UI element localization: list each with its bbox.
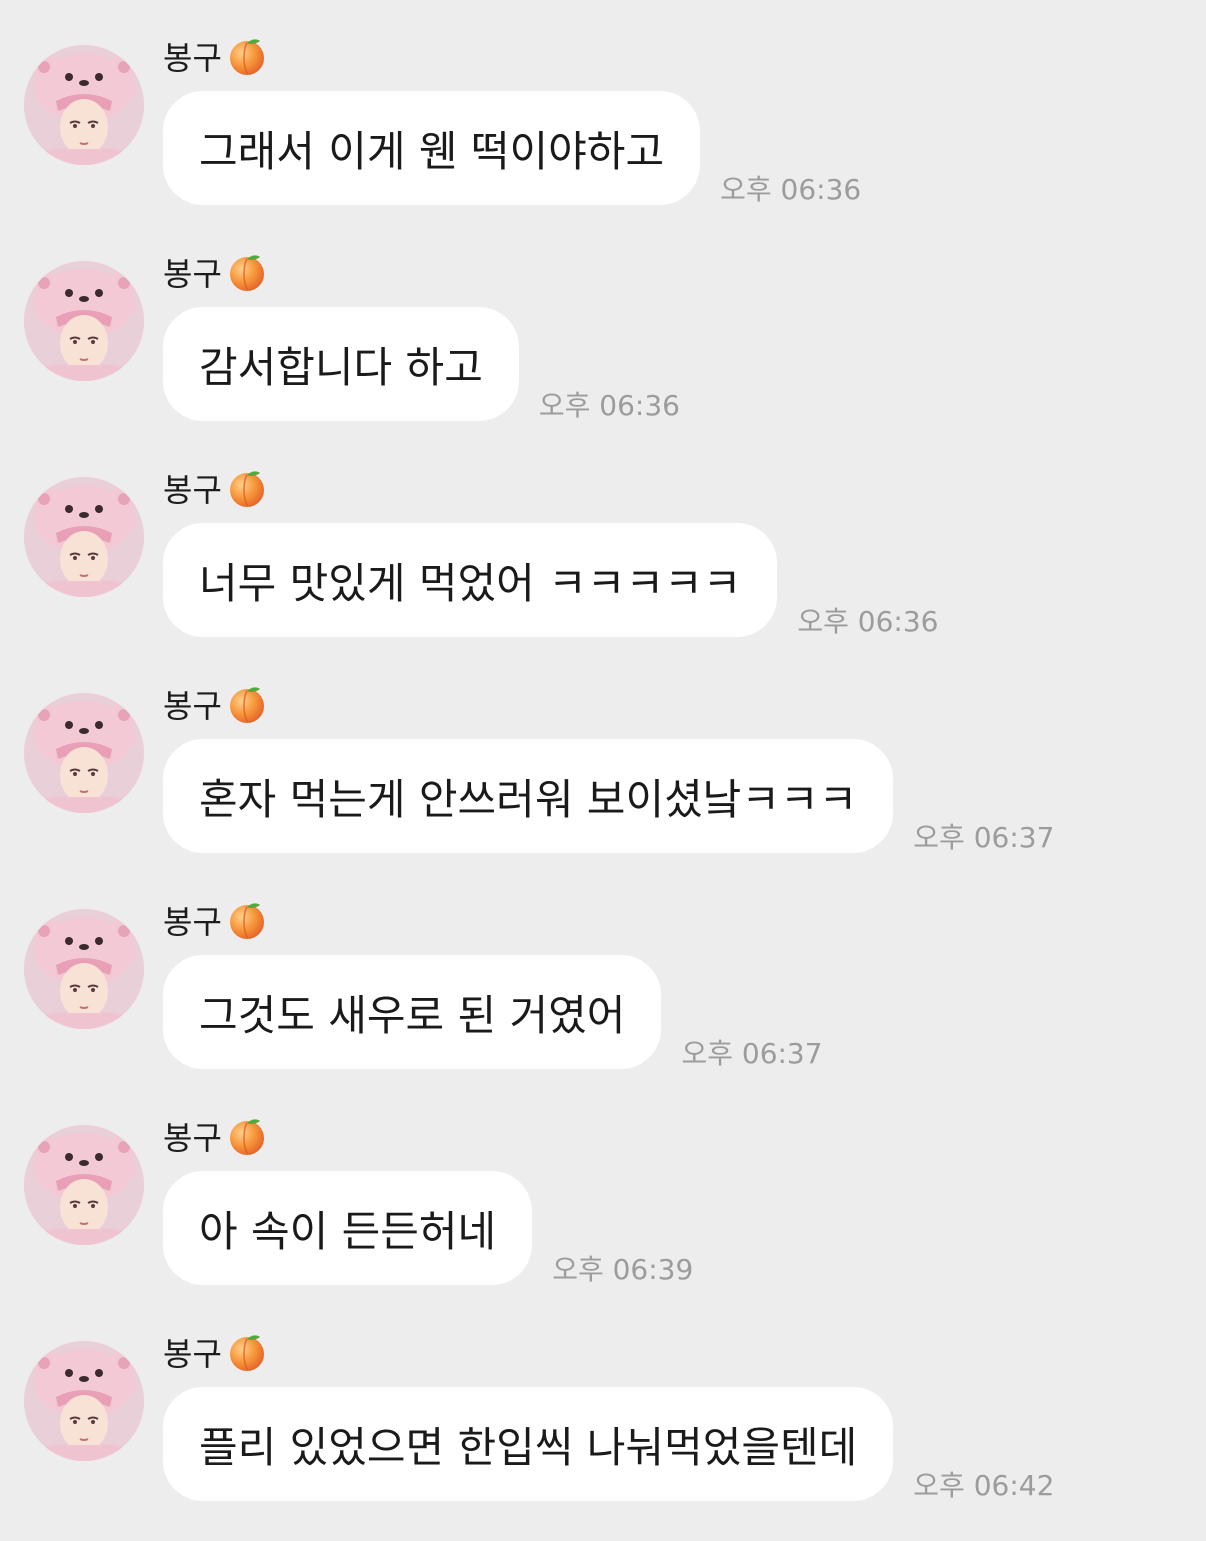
avatar[interactable] [24,45,144,165]
message-item: 봉구 너무 맛있게 먹었어 ㅋㅋㅋㅋㅋ 오후 06:36 [0,432,1206,648]
peach-icon [226,467,268,509]
sender-name-row: 봉구 [163,32,268,80]
message-item: 봉구 감서합니다 하고 오후 06:36 [0,216,1206,432]
peach-icon [226,683,268,725]
message-row: 플리 있었으면 한입씩 나눠먹었을텐데 오후 06:42 [163,1387,1055,1502]
sender-name-row: 봉구 [163,1328,268,1376]
message-item: 봉구 그것도 새우로 된 거였어 오후 06:37 [0,864,1206,1080]
message-timestamp: 오후 06:36 [720,173,862,206]
avatar[interactable] [24,909,144,1029]
sender-name: 봉구 [163,255,222,293]
sender-name: 봉구 [163,687,222,725]
avatar[interactable] [24,261,144,381]
sender-name-row: 봉구 [163,896,268,944]
sender-name-row: 봉구 [163,248,268,296]
message-bubble[interactable]: 혼자 먹는게 안쓰러워 보이셨낰ㅋㅋㅋ [163,739,894,853]
message-bubble[interactable]: 아 속이 든든허네 [163,1171,533,1285]
message-bubble[interactable]: 너무 맛있게 먹었어 ㅋㅋㅋㅋㅋ [163,523,778,637]
message-item: 봉구 혼자 먹는게 안쓰러워 보이셨낰ㅋㅋㅋ 오후 06:37 [0,648,1206,864]
message-row: 혼자 먹는게 안쓰러워 보이셨낰ㅋㅋㅋ 오후 06:37 [163,739,1055,854]
sender-name: 봉구 [163,1119,222,1157]
avatar[interactable] [24,693,144,813]
avatar[interactable] [24,477,144,597]
message-item: 봉구 플리 있었으면 한입씩 나눠먹었을텐데 오후 06:42 [0,1296,1206,1512]
peach-icon [226,251,268,293]
message-timestamp: 오후 06:37 [681,1037,823,1070]
message-row: 그래서 이게 웬 떡이야하고 오후 06:36 [163,91,862,206]
message-timestamp: 오후 06:37 [913,821,1055,854]
message-bubble[interactable]: 플리 있었으면 한입씩 나눠먹었을텐데 [163,1387,894,1501]
sender-name-row: 봉구 [163,1112,268,1160]
peach-icon [226,1115,268,1157]
peach-icon [226,1331,268,1373]
avatar[interactable] [24,1125,144,1245]
message-row: 감서합니다 하고 오후 06:36 [163,307,680,422]
message-row: 너무 맛있게 먹었어 ㅋㅋㅋㅋㅋ 오후 06:36 [163,523,939,638]
message-timestamp: 오후 06:36 [538,389,680,422]
chat-message-list[interactable]: 봉구 그래서 이게 웬 떡이야하고 오후 06:36 봉구 감서합니다 하고 오… [0,0,1206,1541]
sender-name-row: 봉구 [163,680,268,728]
avatar[interactable] [24,1341,144,1461]
message-timestamp: 오후 06:39 [552,1253,694,1286]
sender-name: 봉구 [163,903,222,941]
sender-name: 봉구 [163,471,222,509]
message-timestamp: 오후 06:42 [913,1469,1055,1502]
peach-icon [226,35,268,77]
message-item: 봉구 아 속이 든든허네 오후 06:39 [0,1080,1206,1296]
message-timestamp: 오후 06:36 [797,605,939,638]
message-row: 그것도 새우로 된 거였어 오후 06:37 [163,955,823,1070]
peach-icon [226,899,268,941]
sender-name: 봉구 [163,39,222,77]
sender-name-row: 봉구 [163,464,268,512]
message-item: 봉구 그래서 이게 웬 떡이야하고 오후 06:36 [0,0,1206,216]
message-bubble[interactable]: 그것도 새우로 된 거였어 [163,955,662,1069]
message-bubble[interactable]: 그래서 이게 웬 떡이야하고 [163,91,701,205]
sender-name: 봉구 [163,1335,222,1373]
message-row: 아 속이 든든허네 오후 06:39 [163,1171,694,1286]
message-bubble[interactable]: 감서합니다 하고 [163,307,519,421]
